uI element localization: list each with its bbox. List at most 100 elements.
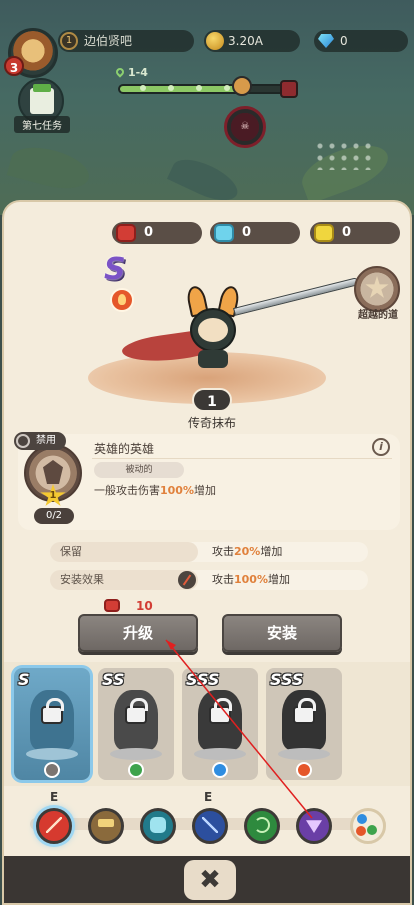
- hero-grade: SSS: [270, 670, 304, 689]
- gold-coin-icon: [206, 32, 224, 50]
- lightning-element-icon: [128, 762, 144, 778]
- tab-gauntlet[interactable]: [140, 808, 176, 844]
- clipboard-icon: [30, 84, 54, 114]
- blue-stone-counter: 0: [210, 222, 300, 244]
- stage-node: [140, 85, 146, 91]
- sword-icon: [46, 817, 62, 833]
- info-button[interactable]: i: [372, 438, 390, 456]
- tab-sword[interactable]: [36, 808, 72, 844]
- neutral-element-icon: [44, 762, 60, 778]
- hero-card[interactable]: S: [14, 668, 90, 780]
- red-stone-icon: [116, 224, 136, 242]
- sword-weapon: [233, 277, 360, 316]
- equip-icon: [178, 571, 196, 589]
- stat-row-reserve: 保留 攻击20%增加: [50, 542, 368, 562]
- stage-progress-fill: [120, 86, 238, 92]
- ice-element-icon: [212, 762, 228, 778]
- lock-icon: [41, 698, 64, 724]
- helmet-icon: [43, 460, 63, 484]
- fire-element-icon: [356, 826, 366, 836]
- tab-bow[interactable]: [244, 808, 280, 844]
- hero-legs: [198, 350, 228, 368]
- quest-label: 第七任务: [14, 116, 70, 133]
- upgrade-cost: 10: [104, 599, 153, 613]
- stage-node: [196, 85, 202, 91]
- upgrade-button[interactable]: 升级: [78, 614, 198, 652]
- player-name: 边伯贤吧: [84, 34, 133, 48]
- gem-counter[interactable]: 0: [314, 30, 408, 52]
- fire-element-icon: [296, 762, 312, 778]
- skill-title: 英雄的英雄: [94, 442, 155, 456]
- stage-node: [224, 85, 230, 91]
- stat-label: 安装效果: [50, 570, 198, 590]
- hero-roster: S SS SSS SSS: [4, 662, 410, 786]
- hero-grade: SS: [102, 670, 125, 689]
- hero-grade: S: [18, 670, 30, 689]
- fire-element-icon: [110, 288, 134, 312]
- category-tabs: E E: [4, 786, 410, 856]
- map-pin-icon: [114, 66, 126, 78]
- transcend-label: 超越的道: [358, 310, 398, 321]
- yellow-stone-icon: [314, 224, 334, 242]
- tab-hammer[interactable]: [88, 808, 124, 844]
- boss-challenge-button[interactable]: ☠: [224, 106, 266, 148]
- lightning-element-icon: [367, 825, 377, 835]
- red-stone-icon: [104, 599, 120, 612]
- stage-progress-track: [118, 84, 286, 94]
- lock-icon: [293, 698, 316, 724]
- hero-grade: SSS: [186, 670, 220, 689]
- lock-icon: [125, 698, 148, 724]
- gold-amount: 3.20A: [228, 34, 263, 48]
- hero-card[interactable]: SSS: [182, 668, 258, 780]
- ban-icon: [16, 434, 30, 448]
- stat-value: 攻击20%增加: [212, 545, 283, 558]
- leaf-decoration: [6, 140, 94, 196]
- bow-icon: [254, 817, 270, 833]
- spear-icon: [202, 817, 218, 833]
- yellow-stone-counter: 0: [310, 222, 400, 244]
- tab-fan[interactable]: [296, 808, 332, 844]
- equipped-marker: E: [50, 790, 59, 804]
- divider: [92, 458, 392, 459]
- red-stone-counter: 0: [112, 222, 202, 244]
- skull-icon: ☠: [240, 121, 250, 132]
- gem-amount: 0: [340, 34, 348, 48]
- hammer-icon: [98, 819, 114, 827]
- stage-label: 1-4: [114, 66, 148, 79]
- equipped-marker: E: [204, 790, 213, 804]
- hero-face: [198, 318, 228, 342]
- lock-icon: [209, 698, 232, 724]
- gauntlet-icon: [150, 817, 166, 833]
- skill-description: 一般攻击伤害100%增加: [94, 484, 216, 497]
- boss-icon: [280, 80, 298, 98]
- stat-row-install-effect: 安装效果 攻击100%增加: [50, 570, 368, 590]
- hero-character[interactable]: [120, 284, 244, 370]
- blue-stone-icon: [214, 224, 234, 242]
- gold-counter[interactable]: 3.20A: [204, 30, 300, 52]
- close-button[interactable]: ✖: [184, 860, 236, 900]
- hero-card[interactable]: SSS: [266, 668, 342, 780]
- hero-name: 传奇抹布: [187, 416, 236, 430]
- stat-label: 保留: [50, 542, 198, 562]
- hero-level-badge: 1: [192, 388, 232, 412]
- tab-elements[interactable]: [350, 808, 386, 844]
- star-icon: [365, 276, 389, 298]
- hero-card[interactable]: SS: [98, 668, 174, 780]
- stage-character-marker: [232, 76, 252, 96]
- disable-toggle[interactable]: 禁用: [14, 432, 66, 450]
- player-level-badge: 3: [4, 56, 24, 76]
- stage-node: [168, 85, 174, 91]
- player-rank-badge: 1: [60, 32, 78, 50]
- dots-decoration: [314, 140, 374, 170]
- hero-rank: S: [104, 252, 126, 287]
- skill-card: 禁用 1 0/2 英雄的英雄 i 被动的 一般攻击伤害100%增加: [14, 432, 400, 530]
- passive-tag: 被动的: [94, 462, 184, 478]
- stat-value: 攻击100%增加: [212, 573, 290, 586]
- tab-spear[interactable]: [192, 808, 228, 844]
- install-button[interactable]: 安装: [222, 614, 342, 652]
- skill-count: 0/2: [34, 508, 74, 524]
- hero-detail-panel: 0 0 0 S 1 传奇抹布 超越的道 禁用 1 0/2 英雄的英雄 i 被动的…: [2, 200, 412, 905]
- player-name-bar[interactable]: 1 边伯贤吧: [58, 30, 194, 52]
- diamond-icon: [318, 34, 334, 48]
- fan-icon: [306, 820, 322, 833]
